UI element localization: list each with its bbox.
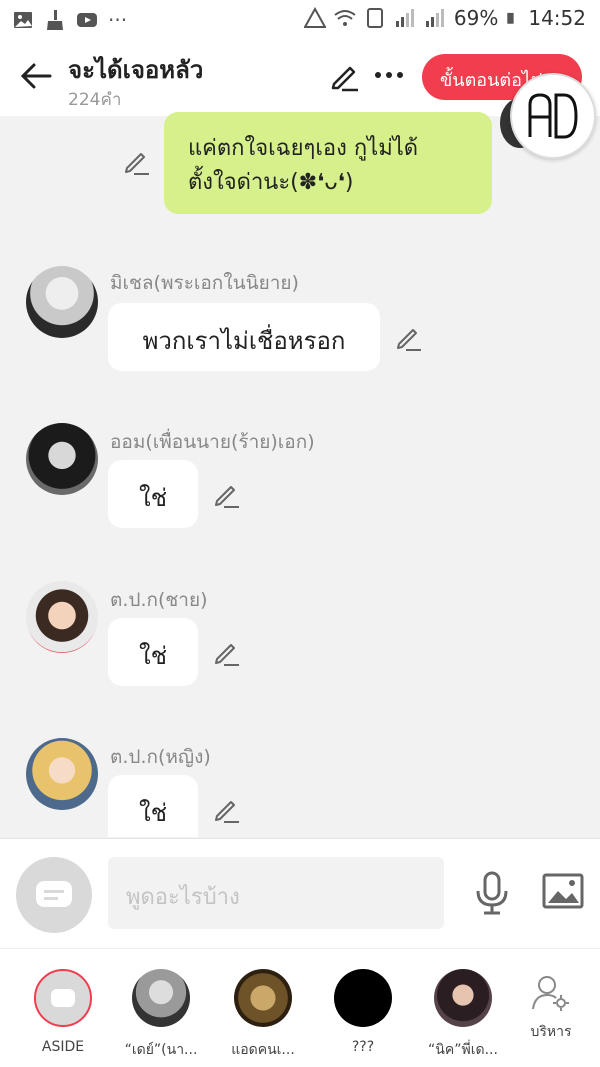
page-title: จะได้เจอหลัว bbox=[68, 56, 204, 84]
chat-bubble-left[interactable]: ใช่ bbox=[108, 460, 198, 528]
more-notifications-icon: ··· bbox=[108, 8, 128, 32]
edit-message-icon[interactable] bbox=[394, 324, 422, 352]
sender-name: ออม(เพื่อนนาย(ร้าย)เอก) bbox=[110, 431, 315, 453]
image-icon[interactable] bbox=[542, 873, 584, 909]
microphone-icon[interactable] bbox=[474, 871, 510, 915]
nav-label: ??? bbox=[351, 1039, 375, 1055]
sim-icon bbox=[366, 8, 383, 28]
nav-label: “นิค”พี่เด... bbox=[428, 1042, 498, 1058]
wifi-icon bbox=[334, 10, 356, 26]
more-options-icon[interactable] bbox=[372, 58, 406, 92]
chat-bubble-right[interactable]: แค่ตกใจเฉยๆเอง กูไม่ได้ ตั้งใจด่านะ(✽❛ᴗ❛… bbox=[164, 112, 492, 214]
clock: 14:52 bbox=[528, 6, 586, 30]
message-text-line: ตั้งใจด่านะ(✽❛ᴗ❛) bbox=[188, 170, 354, 195]
avatar bbox=[334, 969, 392, 1027]
nav-item-character[interactable]: “เดย์”(นา... bbox=[116, 969, 206, 1061]
nav-item-aside[interactable]: ASIDE bbox=[18, 969, 108, 1055]
warning-icon bbox=[303, 7, 326, 28]
avatar[interactable] bbox=[26, 738, 98, 810]
aside-avatar bbox=[34, 969, 92, 1027]
message-input[interactable]: พูดอะไรบ้าง bbox=[108, 857, 444, 929]
chat-bubble-left[interactable]: พวกเราไม่เชื่อหรอก bbox=[108, 303, 380, 371]
edit-message-icon[interactable] bbox=[122, 148, 150, 176]
broom-icon bbox=[47, 10, 63, 30]
chat-bubble-left[interactable]: ใช่ bbox=[108, 775, 198, 837]
edit-message-icon[interactable] bbox=[212, 796, 240, 824]
gallery-icon bbox=[14, 12, 32, 28]
sender-name: ต.ป.ก(ชาย) bbox=[110, 589, 208, 611]
avatar[interactable] bbox=[26, 423, 98, 495]
nav-item-character[interactable]: “นิค”พี่เด... bbox=[418, 969, 508, 1061]
chat-bubble-icon bbox=[36, 881, 72, 907]
nav-label: แอดคนเ... bbox=[231, 1042, 295, 1058]
edit-pencil-icon[interactable] bbox=[328, 60, 360, 92]
nav-item-manage[interactable]: บริหาร bbox=[506, 973, 596, 1043]
avatar bbox=[132, 969, 190, 1027]
ad-logo-icon bbox=[528, 93, 578, 139]
signal-icon-1 bbox=[395, 9, 414, 27]
sender-name: ต.ป.ก(หญิง) bbox=[110, 746, 211, 768]
edit-message-icon[interactable] bbox=[212, 481, 240, 509]
status-bar: ··· 69% 14:52 bbox=[0, 0, 600, 40]
message-text-line: แค่ตกใจเฉยๆเอง กูไม่ได้ bbox=[188, 136, 419, 161]
back-arrow-icon[interactable] bbox=[16, 56, 56, 96]
message-input-bar: พูดอะไรบ้าง bbox=[0, 838, 600, 948]
battery-percent: 69% bbox=[453, 6, 499, 30]
character-bar: ASIDE “เดย์”(นา... แอดคนเ... ??? “นิค”พี… bbox=[0, 948, 600, 1067]
signal-icon-2 bbox=[425, 9, 444, 27]
word-count: 224คำ bbox=[68, 90, 122, 110]
avatar bbox=[234, 969, 292, 1027]
avatar bbox=[434, 969, 492, 1027]
chat-bubble-icon bbox=[51, 989, 75, 1007]
chat-bubble-left[interactable]: ใช่ bbox=[108, 618, 198, 686]
aside-toggle-button[interactable] bbox=[16, 857, 92, 933]
manage-user-icon bbox=[532, 976, 569, 1011]
youtube-icon bbox=[77, 13, 97, 27]
ad-logo-avatar[interactable] bbox=[510, 73, 596, 159]
nav-label: ASIDE bbox=[41, 1039, 85, 1055]
nav-label: “เดย์”(นา... bbox=[124, 1042, 198, 1058]
nav-label: บริหาร bbox=[530, 1024, 572, 1040]
avatar[interactable] bbox=[26, 581, 98, 653]
edit-message-icon[interactable] bbox=[212, 639, 240, 667]
battery-icon bbox=[507, 12, 514, 24]
avatar[interactable] bbox=[26, 266, 98, 338]
nav-item-character[interactable]: แอดคนเ... bbox=[218, 969, 308, 1061]
sender-name: มิเชล(พระเอกในนิยาย) bbox=[110, 272, 299, 294]
nav-item-character[interactable]: ??? bbox=[318, 969, 408, 1055]
